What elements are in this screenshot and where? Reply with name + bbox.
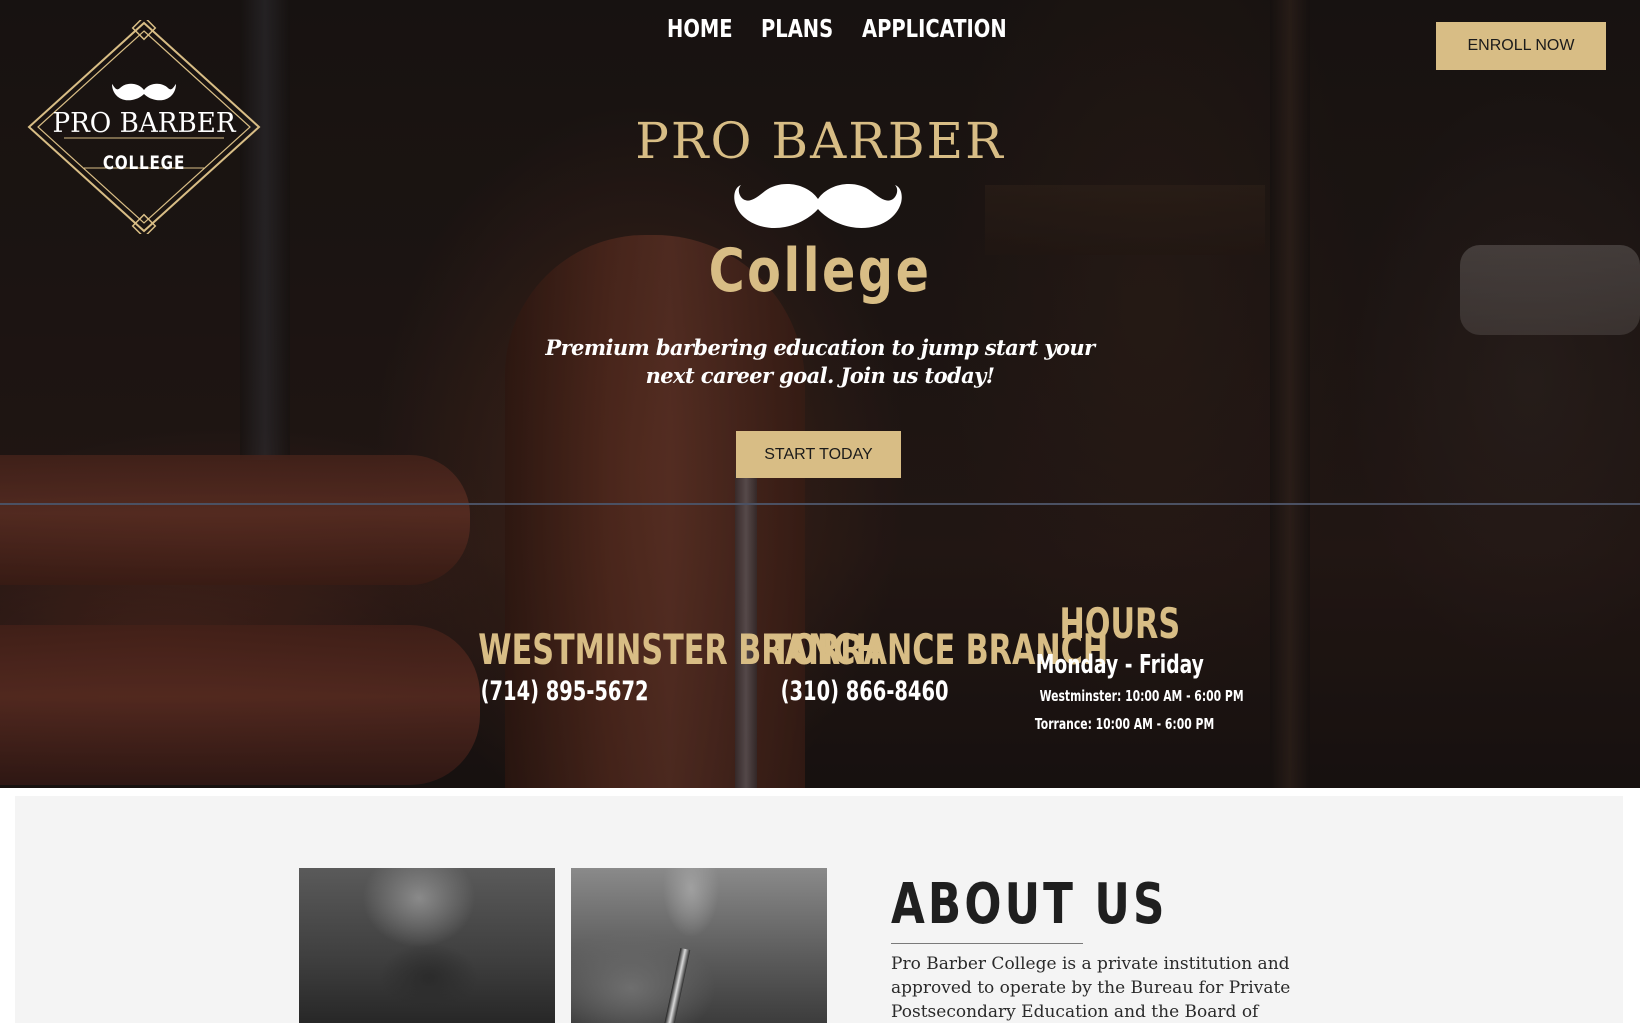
nav-item-home[interactable]: HOME [667,14,733,43]
branch-phone[interactable]: (714) 895-5672 [481,674,649,710]
hero-tagline: Premium barbering education to jump star… [545,335,1095,388]
mustache-icon [112,83,176,101]
logo-title: PRO BARBER [52,108,236,139]
hero-divider [0,503,1640,505]
hero-title: PRO BARBER [635,112,1005,170]
haircut-closeup-image [571,868,827,1023]
page: PRO BARBER COLLEGE HOME PLANS APPLICATIO… [0,0,1641,1023]
hero-section: PRO BARBER COLLEGE HOME PLANS APPLICATIO… [0,0,1640,788]
about-text: Pro Barber College is a private institut… [891,954,1291,1022]
hours-torrance: Torrance: 10:00 AM - 6:00 PM [1034,715,1215,733]
main-nav: HOME PLANS APPLICATION [0,14,1640,54]
hours-westminster: Westminster: 10:00 AM - 6:00 PM [1039,687,1244,705]
about-title: ABOUT US [891,872,1168,937]
nav-item-plans[interactable]: PLANS [761,14,833,43]
enroll-now-button[interactable]: ENROLL NOW [1436,22,1606,70]
hero-subtitle: College [708,236,932,306]
branch-torrance: TORRANCE BRANCH (310) 866-8460 [705,626,1109,710]
about-divider [891,943,1083,944]
branch-phone[interactable]: (310) 866-8460 [781,674,949,710]
barber-portrait-image [299,868,555,1023]
branch-westminster: WESTMINSTER BRANCH (714) 895-5672 [400,626,881,710]
hours-title: HOURS [1059,599,1181,648]
logo-subtitle: COLLEGE [102,152,186,174]
about-section: ABOUT US Pro Barber College is a private… [15,796,1623,1023]
hours-block: HOURS Monday - Friday Westminster: 10:00… [1000,599,1244,738]
start-today-button[interactable]: START TODAY [736,431,901,478]
hours-days: Monday - Friday [1035,650,1205,680]
nav-item-application[interactable]: APPLICATION [862,14,1007,43]
mustache-icon [734,184,902,228]
